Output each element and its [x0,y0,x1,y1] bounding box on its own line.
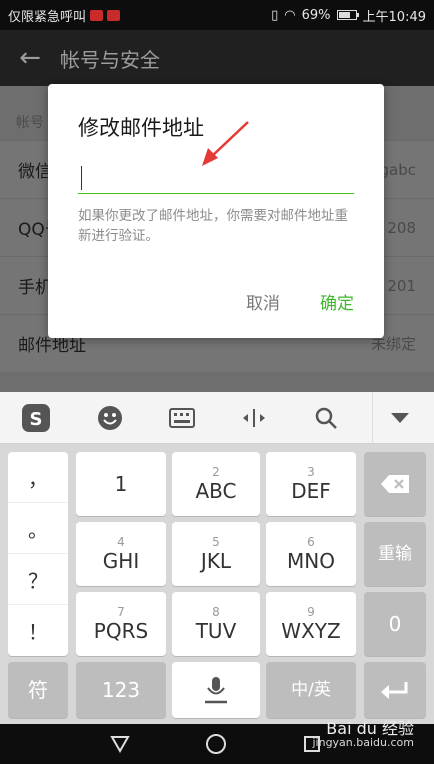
punctuation-key[interactable]: ， [8,452,68,503]
cursor-icon[interactable] [230,392,278,444]
key-3-def[interactable]: 3 DEF [266,452,356,516]
page-title: 帐号与安全 [60,47,160,72]
text-cursor [81,166,82,190]
search-icon[interactable] [302,392,350,444]
number-mode-key[interactable]: 123 [76,662,166,718]
symbol-key[interactable]: 符 [8,662,68,718]
reinput-key[interactable]: 重输 [364,522,426,586]
key-7-pqrs[interactable]: 7 PQRS [76,592,166,656]
emoji-icon[interactable] [86,392,134,444]
svg-text:S: S [30,409,43,430]
back-triangle-icon[interactable] [100,724,140,764]
key-9-wxyz[interactable]: 9 WXYZ [266,592,356,656]
home-circle-icon[interactable] [196,724,236,764]
notification-icon [90,9,104,21]
backspace-icon [381,475,409,493]
cancel-button[interactable]: 取消 [246,289,280,314]
confirm-button[interactable]: 确定 [320,289,354,314]
list-item-value: 208 [387,218,416,237]
key-8-tuv[interactable]: 8 TUV [172,592,260,656]
key-1[interactable]: 1 [76,452,166,516]
back-arrow-icon[interactable]: ← [0,43,60,73]
punctuation-key[interactable]: 。 [8,503,68,554]
key-0[interactable]: 0 [364,592,426,656]
dialog-title: 修改邮件地址 [78,116,204,140]
key-6-mno[interactable]: 6 MNO [266,522,356,586]
section-label: 帐号 [16,115,44,131]
punctuation-key[interactable]: ！ [8,605,68,656]
punctuation-key[interactable]: ？ [8,554,68,605]
backspace-key[interactable] [364,452,426,516]
keyboard-icon[interactable] [158,392,206,444]
key-5-jkl[interactable]: 5 JKL [172,522,260,586]
keyboard: S ， 。 ？ ！ 1 2 ABC 3 DEF 4 GHI 5 JKL 6 MN… [0,392,434,724]
watermark: Bai du 经验 jingyan.baidu.com [312,719,414,750]
space-voice-key[interactable] [172,662,260,718]
punctuation-column: ， 。 ？ ！ [8,452,68,656]
key-4-ghi[interactable]: 4 GHI [76,522,166,586]
carrier-text: 仅限紧急呼叫 [8,9,87,25]
hide-keyboard-icon[interactable] [372,392,426,444]
list-item-value: 201 [387,276,416,295]
language-switch-key[interactable]: 中/英 [266,662,356,718]
annotation-arrow-icon [202,121,249,166]
dialog-description: 如果你更改了邮件地址，你需要对邮件地址重新进行验证。 [78,208,348,244]
enter-key[interactable] [364,662,426,718]
vibrate-icon: ▯ [271,7,279,23]
clock: 上午10:49 [362,9,426,25]
list-item-label: 微信 [18,162,52,182]
notification-icon [107,9,121,21]
battery-icon [336,10,359,20]
microphone-icon [205,677,227,704]
list-item-value: gabc [379,160,416,179]
status-bar: 仅限紧急呼叫 ▯ ◠ 69% 上午10:49 [0,0,434,30]
enter-icon [381,682,408,699]
app-bar: ← 帐号与安全 [0,30,434,86]
wifi-icon: ◠ [284,7,296,23]
key-2-abc[interactable]: 2 ABC [172,452,260,516]
sogou-logo-icon[interactable]: S [12,392,60,444]
battery-percent: 69% [301,7,331,23]
keyboard-toolbar: S [0,392,434,444]
